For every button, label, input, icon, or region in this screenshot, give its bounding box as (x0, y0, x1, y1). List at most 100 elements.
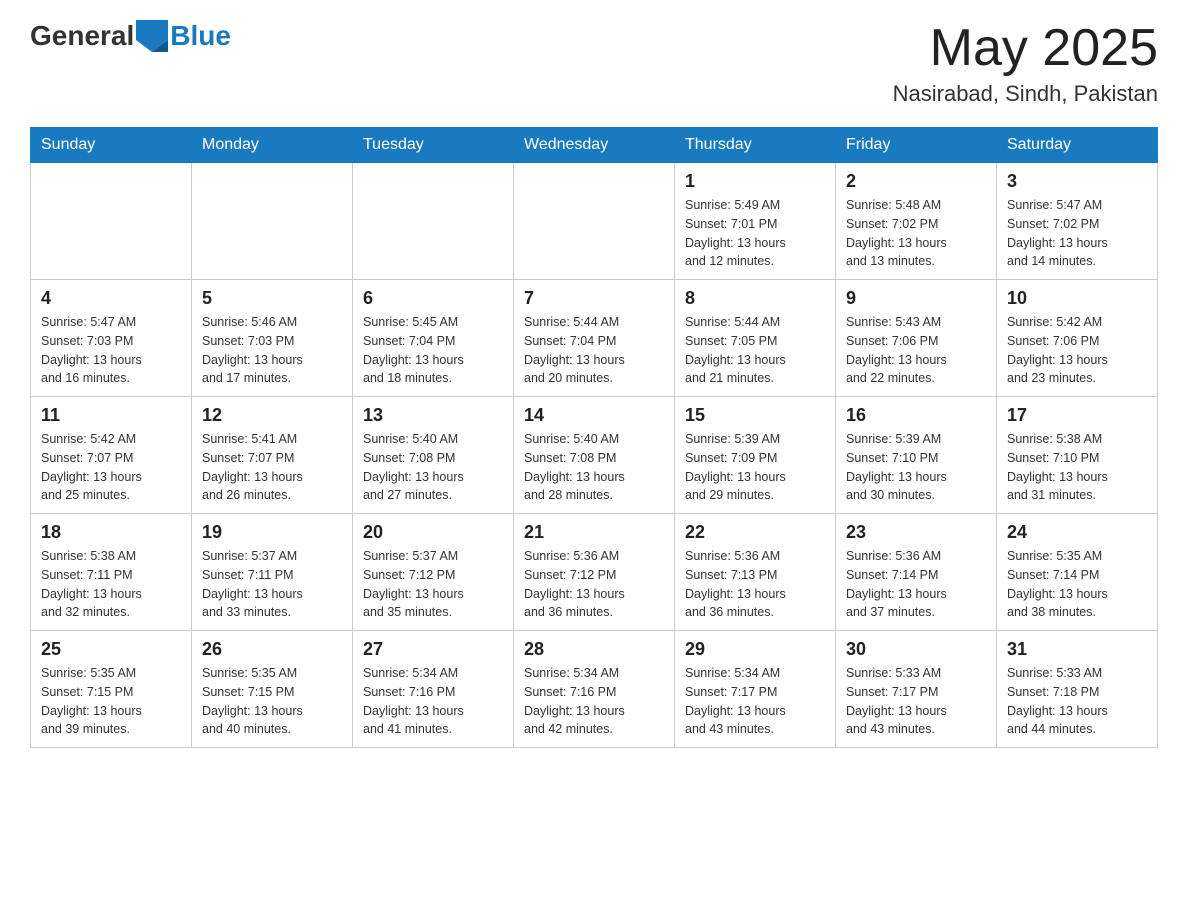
day-number: 23 (846, 522, 986, 543)
header-tuesday: Tuesday (353, 128, 514, 163)
day-info: Sunrise: 5:48 AM Sunset: 7:02 PM Dayligh… (846, 196, 986, 271)
day-info: Sunrise: 5:40 AM Sunset: 7:08 PM Dayligh… (363, 430, 503, 505)
day-info: Sunrise: 5:37 AM Sunset: 7:11 PM Dayligh… (202, 547, 342, 622)
day-info: Sunrise: 5:42 AM Sunset: 7:07 PM Dayligh… (41, 430, 181, 505)
calendar-cell: 21 Sunrise: 5:36 AM Sunset: 7:12 PM Dayli… (514, 514, 675, 631)
day-info: Sunrise: 5:35 AM Sunset: 7:15 PM Dayligh… (41, 664, 181, 739)
title-block: May 2025 Nasirabad, Sindh, Pakistan (893, 20, 1158, 107)
day-info: Sunrise: 5:37 AM Sunset: 7:12 PM Dayligh… (363, 547, 503, 622)
week-row-2: 4Sunrise: 5:47 AM Sunset: 7:03 PM Daylig… (31, 280, 1158, 397)
day-number: 4 (41, 288, 181, 309)
day-info: Sunrise: 5:39 AM Sunset: 7:09 PM Dayligh… (685, 430, 825, 505)
page-header: General Blue May 2025 Nasirabad, Sindh, … (30, 20, 1158, 107)
calendar-cell: 26 Sunrise: 5:35 AM Sunset: 7:15 PM Dayli… (192, 631, 353, 748)
day-info: Sunrise: 5:42 AM Sunset: 7:06 PM Dayligh… (1007, 313, 1147, 388)
calendar-cell: 24 Sunrise: 5:35 AM Sunset: 7:14 PM Dayli… (997, 514, 1158, 631)
day-info: Sunrise: 5:38 AM Sunset: 7:10 PM Dayligh… (1007, 430, 1147, 505)
day-number: 31 (1007, 639, 1147, 660)
calendar-cell: 9Sunrise: 5:43 AM Sunset: 7:06 PM Daylig… (836, 280, 997, 397)
logo-icon (136, 20, 168, 52)
calendar-cell: 10 Sunrise: 5:42 AM Sunset: 7:06 PM Dayli… (997, 280, 1158, 397)
day-info: Sunrise: 5:36 AM Sunset: 7:12 PM Dayligh… (524, 547, 664, 622)
logo-blue-text: Blue (170, 20, 231, 52)
day-number: 7 (524, 288, 664, 309)
day-info: Sunrise: 5:34 AM Sunset: 7:16 PM Dayligh… (524, 664, 664, 739)
day-number: 5 (202, 288, 342, 309)
day-info: Sunrise: 5:45 AM Sunset: 7:04 PM Dayligh… (363, 313, 503, 388)
calendar-cell: 23Sunrise: 5:36 AM Sunset: 7:14 PM Dayli… (836, 514, 997, 631)
day-info: Sunrise: 5:44 AM Sunset: 7:04 PM Dayligh… (524, 313, 664, 388)
calendar-cell: 14 Sunrise: 5:40 AM Sunset: 7:08 PM Dayli… (514, 397, 675, 514)
header-sunday: Sunday (31, 128, 192, 163)
calendar-subtitle: Nasirabad, Sindh, Pakistan (893, 81, 1158, 107)
calendar-cell: 16 Sunrise: 5:39 AM Sunset: 7:10 PM Dayli… (836, 397, 997, 514)
day-number: 13 (363, 405, 503, 426)
day-number: 11 (41, 405, 181, 426)
logo: General Blue (30, 20, 231, 52)
day-info: Sunrise: 5:34 AM Sunset: 7:17 PM Dayligh… (685, 664, 825, 739)
day-number: 21 (524, 522, 664, 543)
calendar-cell: 13 Sunrise: 5:40 AM Sunset: 7:08 PM Dayli… (353, 397, 514, 514)
calendar-cell: 12Sunrise: 5:41 AM Sunset: 7:07 PM Dayli… (192, 397, 353, 514)
day-number: 6 (363, 288, 503, 309)
day-number: 8 (685, 288, 825, 309)
calendar-cell: 30 Sunrise: 5:33 AM Sunset: 7:17 PM Dayli… (836, 631, 997, 748)
day-info: Sunrise: 5:35 AM Sunset: 7:15 PM Dayligh… (202, 664, 342, 739)
calendar-cell: 25 Sunrise: 5:35 AM Sunset: 7:15 PM Dayli… (31, 631, 192, 748)
day-number: 26 (202, 639, 342, 660)
day-info: Sunrise: 5:43 AM Sunset: 7:06 PM Dayligh… (846, 313, 986, 388)
calendar-table: SundayMondayTuesdayWednesdayThursdayFrid… (30, 127, 1158, 748)
day-info: Sunrise: 5:39 AM Sunset: 7:10 PM Dayligh… (846, 430, 986, 505)
week-row-4: 18Sunrise: 5:38 AM Sunset: 7:11 PM Dayli… (31, 514, 1158, 631)
day-number: 19 (202, 522, 342, 543)
header-wednesday: Wednesday (514, 128, 675, 163)
calendar-cell: 19 Sunrise: 5:37 AM Sunset: 7:11 PM Dayli… (192, 514, 353, 631)
header-monday: Monday (192, 128, 353, 163)
day-number: 14 (524, 405, 664, 426)
calendar-cell: 7 Sunrise: 5:44 AM Sunset: 7:04 PM Daylig… (514, 280, 675, 397)
day-number: 16 (846, 405, 986, 426)
day-number: 22 (685, 522, 825, 543)
day-number: 30 (846, 639, 986, 660)
calendar-cell (31, 163, 192, 280)
day-info: Sunrise: 5:36 AM Sunset: 7:13 PM Dayligh… (685, 547, 825, 622)
day-info: Sunrise: 5:34 AM Sunset: 7:16 PM Dayligh… (363, 664, 503, 739)
day-number: 27 (363, 639, 503, 660)
day-info: Sunrise: 5:40 AM Sunset: 7:08 PM Dayligh… (524, 430, 664, 505)
calendar-cell: 11 Sunrise: 5:42 AM Sunset: 7:07 PM Dayli… (31, 397, 192, 514)
header-saturday: Saturday (997, 128, 1158, 163)
calendar-cell: 4Sunrise: 5:47 AM Sunset: 7:03 PM Daylig… (31, 280, 192, 397)
day-info: Sunrise: 5:49 AM Sunset: 7:01 PM Dayligh… (685, 196, 825, 271)
day-info: Sunrise: 5:33 AM Sunset: 7:18 PM Dayligh… (1007, 664, 1147, 739)
day-number: 24 (1007, 522, 1147, 543)
day-number: 28 (524, 639, 664, 660)
day-info: Sunrise: 5:35 AM Sunset: 7:14 PM Dayligh… (1007, 547, 1147, 622)
day-info: Sunrise: 5:33 AM Sunset: 7:17 PM Dayligh… (846, 664, 986, 739)
calendar-cell: 27 Sunrise: 5:34 AM Sunset: 7:16 PM Dayli… (353, 631, 514, 748)
calendar-cell: 1Sunrise: 5:49 AM Sunset: 7:01 PM Daylig… (675, 163, 836, 280)
calendar-cell (514, 163, 675, 280)
day-number: 17 (1007, 405, 1147, 426)
day-number: 2 (846, 171, 986, 192)
day-info: Sunrise: 5:41 AM Sunset: 7:07 PM Dayligh… (202, 430, 342, 505)
calendar-cell: 20 Sunrise: 5:37 AM Sunset: 7:12 PM Dayli… (353, 514, 514, 631)
calendar-cell: 3Sunrise: 5:47 AM Sunset: 7:02 PM Daylig… (997, 163, 1158, 280)
header-friday: Friday (836, 128, 997, 163)
calendar-cell: 8 Sunrise: 5:44 AM Sunset: 7:05 PM Daylig… (675, 280, 836, 397)
day-number: 15 (685, 405, 825, 426)
calendar-cell (192, 163, 353, 280)
calendar-cell (353, 163, 514, 280)
header-thursday: Thursday (675, 128, 836, 163)
week-row-3: 11 Sunrise: 5:42 AM Sunset: 7:07 PM Dayli… (31, 397, 1158, 514)
day-number: 3 (1007, 171, 1147, 192)
calendar-cell: 29 Sunrise: 5:34 AM Sunset: 7:17 PM Dayli… (675, 631, 836, 748)
day-number: 20 (363, 522, 503, 543)
day-number: 18 (41, 522, 181, 543)
week-row-1: 1Sunrise: 5:49 AM Sunset: 7:01 PM Daylig… (31, 163, 1158, 280)
calendar-cell: 2 Sunrise: 5:48 AM Sunset: 7:02 PM Daylig… (836, 163, 997, 280)
day-number: 29 (685, 639, 825, 660)
calendar-cell: 18Sunrise: 5:38 AM Sunset: 7:11 PM Dayli… (31, 514, 192, 631)
day-info: Sunrise: 5:44 AM Sunset: 7:05 PM Dayligh… (685, 313, 825, 388)
day-number: 10 (1007, 288, 1147, 309)
day-number: 25 (41, 639, 181, 660)
